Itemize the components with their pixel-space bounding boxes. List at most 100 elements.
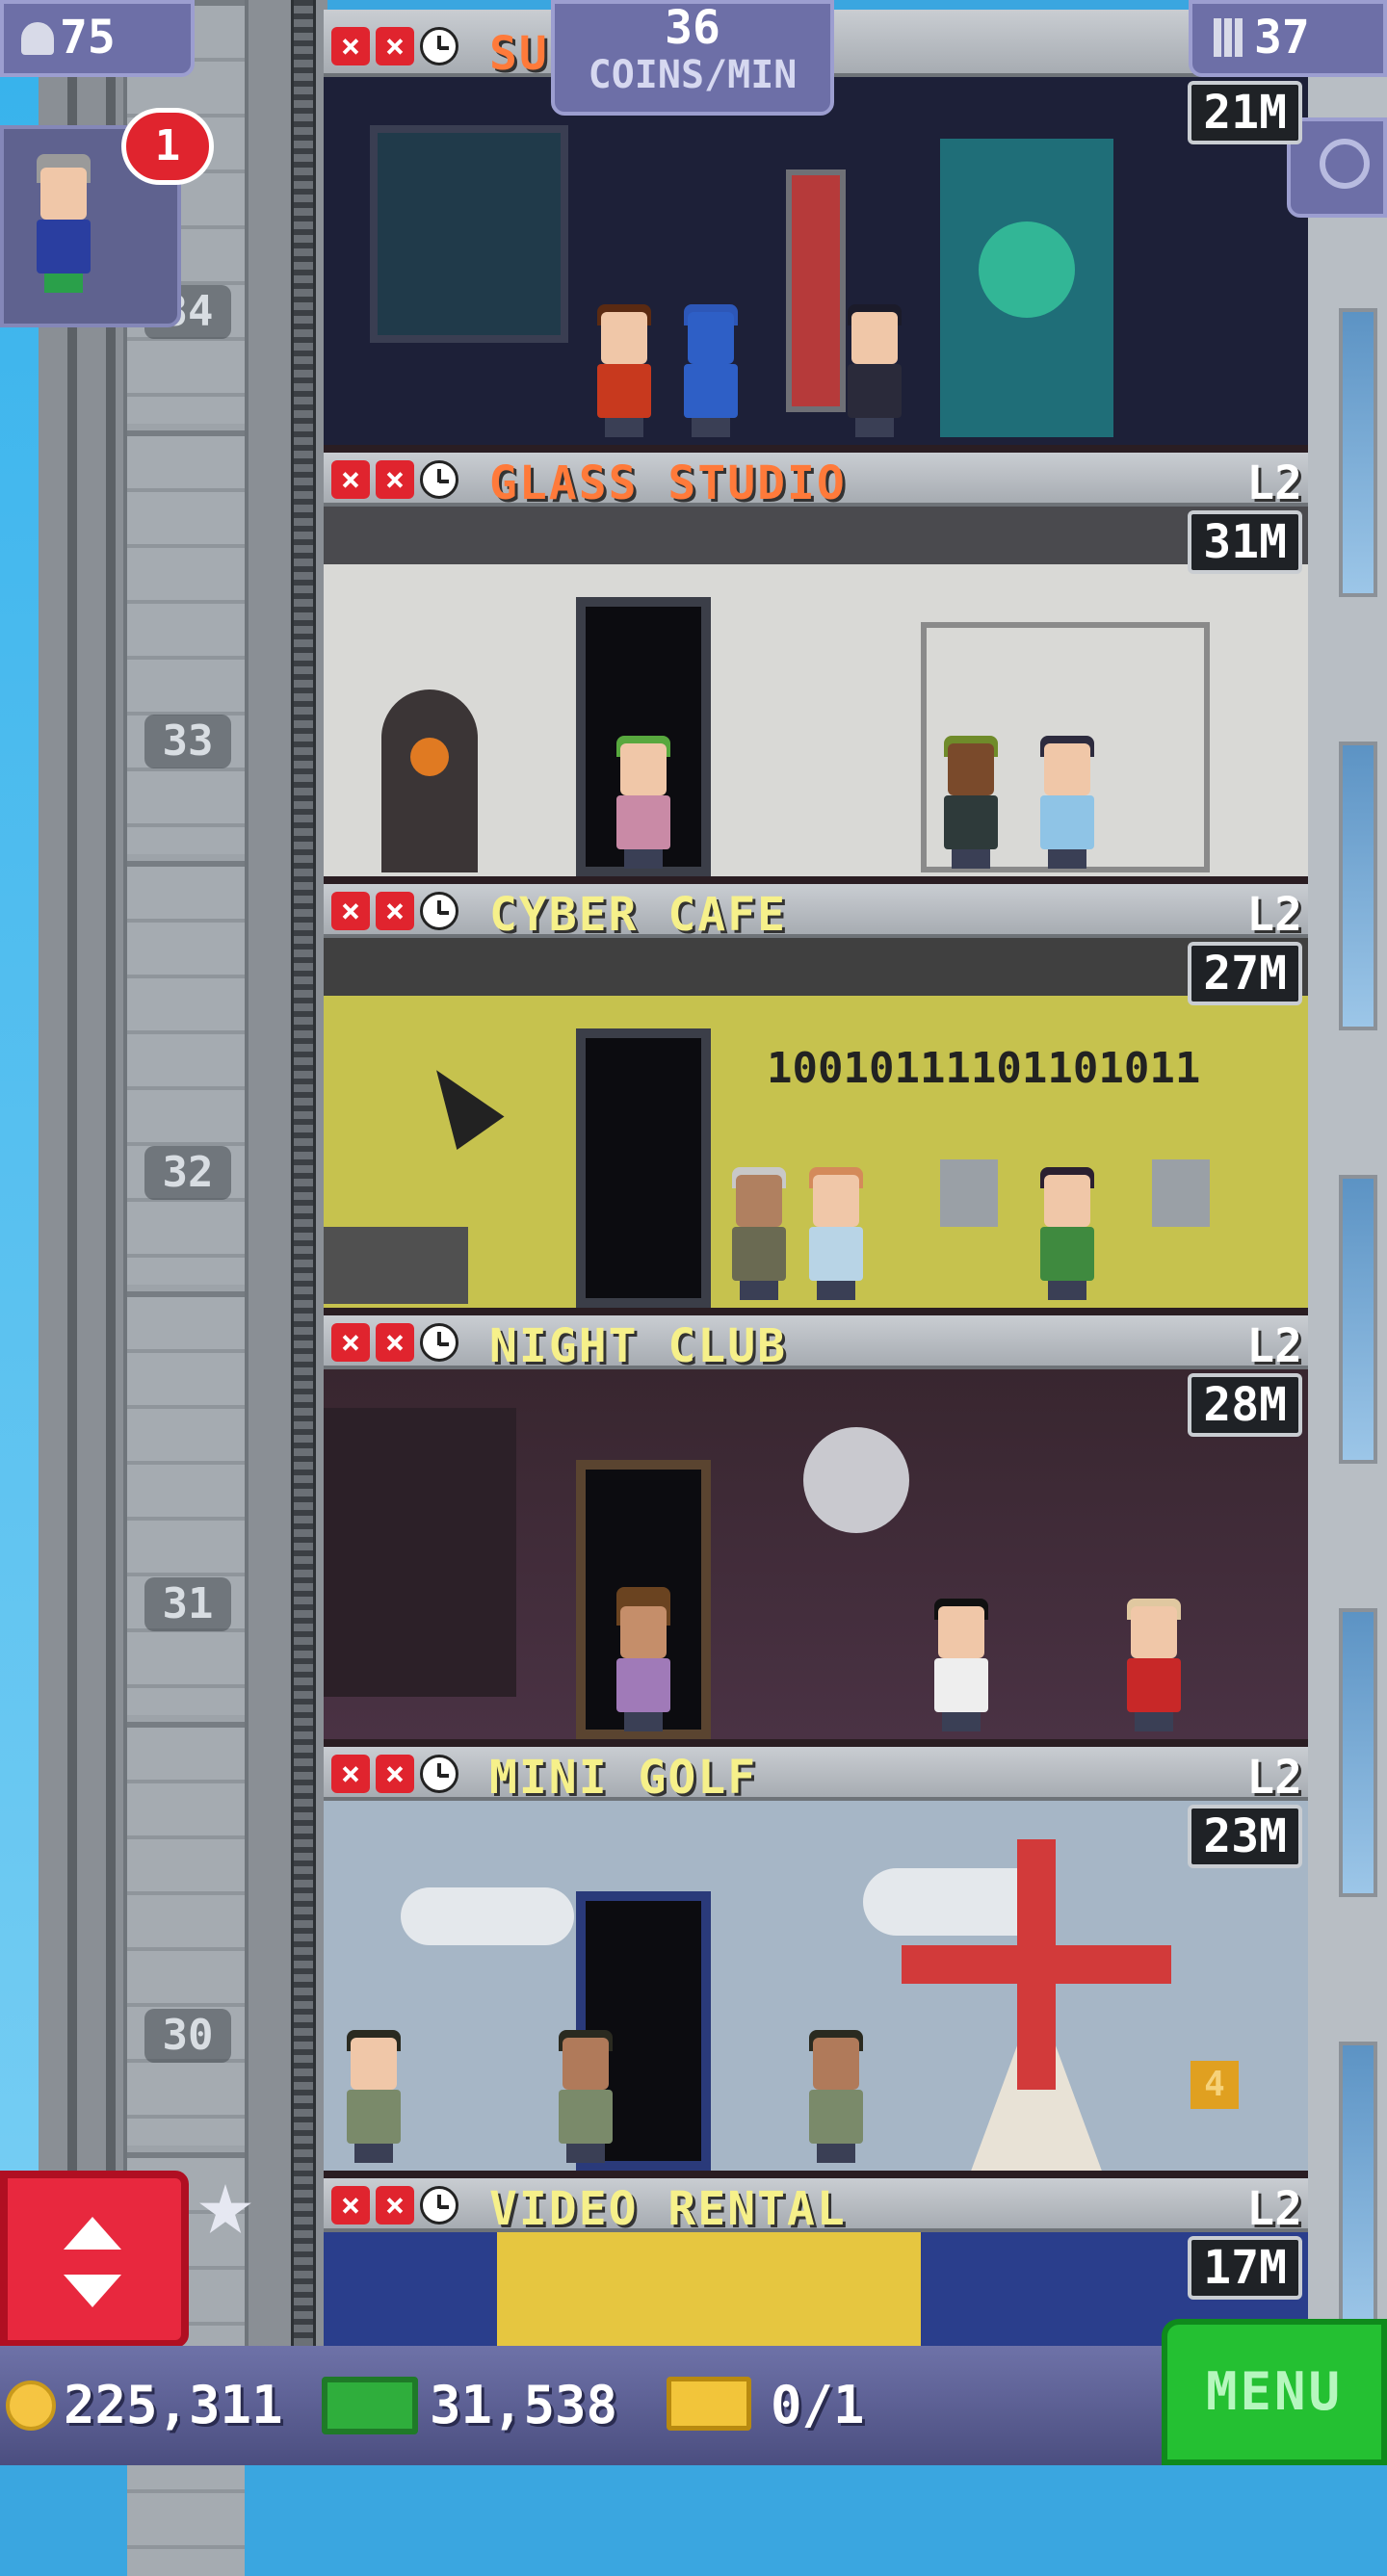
visitor[interactable] [613,736,674,869]
floor-mini-golf[interactable]: × × MINI GOLF L2 4 23M [324,1747,1308,2178]
coins-per-min-panel[interactable]: 36 COINS/MIN [551,0,834,116]
floor-title-bar: × × GLASS STUDIO L2 [324,453,1308,510]
building-icon [1214,18,1243,57]
shaft-segment [127,1722,245,2146]
floor-level: L2 [1246,456,1302,510]
visitor[interactable] [930,1599,992,1731]
missing-stock-icon: × [331,2186,370,2225]
floor-room[interactable] [324,77,1308,453]
person-icon [21,22,54,55]
clock-icon [420,1755,458,1793]
computer-terminal [1152,1159,1210,1227]
building-window [1339,1175,1377,1464]
floor-status-icons: × × [331,1755,458,1793]
floor-status-icons: × × [331,27,458,65]
shaft-rail [106,0,116,2465]
golden-ticket-icon [667,2377,751,2431]
building-window [1339,1608,1377,1897]
shaft-floor-number: 32 [144,1146,231,1200]
shaft-floor-number: 33 [144,715,231,768]
floor-name: MINI GOLF [489,1751,758,1805]
visitor[interactable] [1036,1167,1098,1300]
floor-video-rental[interactable]: × × VIDEO RENTAL L2 17M [324,2178,1308,2346]
clock-icon [420,2186,458,2225]
population-counter[interactable]: 75 [0,0,195,77]
floor-name: VIDEO RENTAL [489,2182,847,2236]
visitor[interactable] [1036,736,1098,869]
clock-icon [420,892,458,930]
missing-stock-icon: × [331,460,370,499]
disco-ball [803,1427,909,1533]
bux-icon [322,2377,418,2434]
shaft-floor-number: 31 [144,1577,231,1631]
floor-room[interactable] [324,2232,1308,2346]
floor-room[interactable] [324,507,1308,884]
up-arrow-icon [64,2217,121,2250]
visitor[interactable] [555,2030,616,2163]
visitor[interactable] [844,304,905,437]
floor-room[interactable]: 10010111101101011 [324,938,1308,1315]
visitor[interactable] [805,1167,867,1300]
floor-title-bar: × × MINI GOLF L2 [324,1747,1308,1805]
dna-capsule [786,169,846,412]
visitor[interactable] [680,304,742,437]
floor-stock: 17M [1188,2236,1302,2300]
visitor[interactable] [593,304,655,437]
floor-title-bar: × × VIDEO RENTAL L2 [324,2178,1308,2236]
menu-button[interactable]: MENU [1162,2319,1387,2465]
visitor[interactable] [728,1167,790,1300]
floor-level: L2 [1246,888,1302,942]
floor-name: NIGHT CLUB [489,1319,787,1373]
floor-stock: 23M [1188,1805,1302,1868]
visitor[interactable] [343,2030,405,2163]
glass-furnace [381,690,478,872]
cursor-icon [412,1054,505,1150]
missing-stock-icon: × [376,27,414,65]
floor-level: L2 [1246,1751,1302,1805]
sky-background [0,0,39,2465]
golf-hole-sign: 4 [1191,2061,1239,2109]
floor-glass-studio[interactable]: × × GLASS STUDIO L2 31M [324,453,1308,884]
bitizen-avatar [33,154,94,293]
visitor[interactable] [1123,1599,1185,1731]
floor-count-counter[interactable]: 37 [1189,0,1387,77]
coins-value: 225,311 [64,2375,283,2435]
floor-room[interactable] [324,1369,1308,1747]
building-window [1339,308,1377,597]
floor-door [576,1028,711,1308]
notification-badge: 1 [121,108,214,185]
floor-stock: 28M [1188,1373,1302,1437]
visitor[interactable] [805,2030,867,2163]
visitor[interactable] [613,1587,674,1731]
lab-monitor [370,125,568,343]
coin-icon [6,2381,56,2431]
clock-icon [420,1323,458,1362]
furnace-fire [410,738,449,776]
tickets-value: 0/1 [771,2375,865,2435]
missing-stock-icon: × [376,2186,414,2225]
cafe-counter [324,1227,468,1304]
building-window [1339,2042,1377,2330]
binary-wall-text: 10010111101101011 [767,1044,1201,1093]
floor-cyber-cafe[interactable]: × × CYBER CAFE L2 10010111101101011 27M [324,884,1308,1315]
floor-status-icons: × × [331,460,458,499]
bux-value: 31,538 [430,2375,618,2435]
floor-stock: 31M [1188,510,1302,574]
missing-stock-icon: × [331,27,370,65]
portal-glow [979,221,1075,318]
magnifier-icon [1320,139,1370,189]
missing-stock-icon: × [376,892,414,930]
floor-status-icons: × × [331,1323,458,1362]
floor-night-club[interactable]: × × NIGHT CLUB L2 28M [324,1315,1308,1747]
down-arrow-icon [64,2275,121,2307]
cloud [401,1887,574,1945]
floor-count-value: 37 [1254,11,1310,65]
floor-room[interactable]: 4 [324,1801,1308,2178]
visitor[interactable] [940,736,1002,869]
floor-stock: 27M [1188,942,1302,1005]
elevator-button[interactable] [0,2171,189,2348]
clock-icon [420,27,458,65]
elevator-cable [291,0,316,2465]
coins-per-min-label: COINS/MIN [588,53,798,97]
floor-title-bar: × × CYBER CAFE L2 [324,884,1308,942]
